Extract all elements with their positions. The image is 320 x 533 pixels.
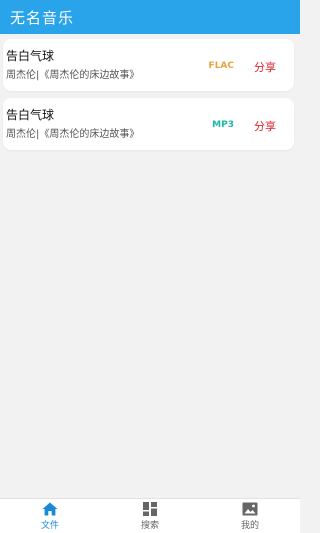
app-bar: 无名音乐 bbox=[0, 0, 300, 34]
tab-label: 我的 bbox=[240, 520, 259, 531]
tab-mine[interactable]: 我的 bbox=[200, 499, 300, 533]
tab-search[interactable]: 搜索 bbox=[100, 499, 200, 533]
song-card[interactable]: 告白气球 周杰伦|《周杰伦的床边故事》 MP3 分享 bbox=[3, 98, 294, 150]
app-title: 无名音乐 bbox=[10, 8, 75, 27]
share-button[interactable]: 分享 bbox=[254, 59, 276, 75]
song-meta: 周杰伦|《周杰伦的床边故事》 bbox=[6, 70, 140, 81]
song-meta: 周杰伦|《周杰伦的床边故事》 bbox=[6, 129, 140, 140]
tab-label: 文件 bbox=[40, 520, 59, 531]
song-title: 告白气球 bbox=[6, 49, 55, 63]
tab-label: 搜索 bbox=[140, 520, 159, 531]
home-icon bbox=[42, 502, 58, 515]
bottom-navigation: 文件 搜索 我的 bbox=[0, 498, 300, 533]
format-badge: MP3 bbox=[212, 120, 234, 130]
share-button[interactable]: 分享 bbox=[254, 118, 276, 134]
song-title: 告白气球 bbox=[6, 108, 55, 122]
song-card[interactable]: 告白气球 周杰伦|《周杰伦的床边故事》 FLAC 分享 bbox=[3, 39, 294, 91]
image-icon bbox=[242, 502, 258, 515]
dashboard-icon bbox=[143, 501, 157, 516]
format-badge: FLAC bbox=[208, 61, 234, 71]
tab-files[interactable]: 文件 bbox=[0, 499, 100, 533]
